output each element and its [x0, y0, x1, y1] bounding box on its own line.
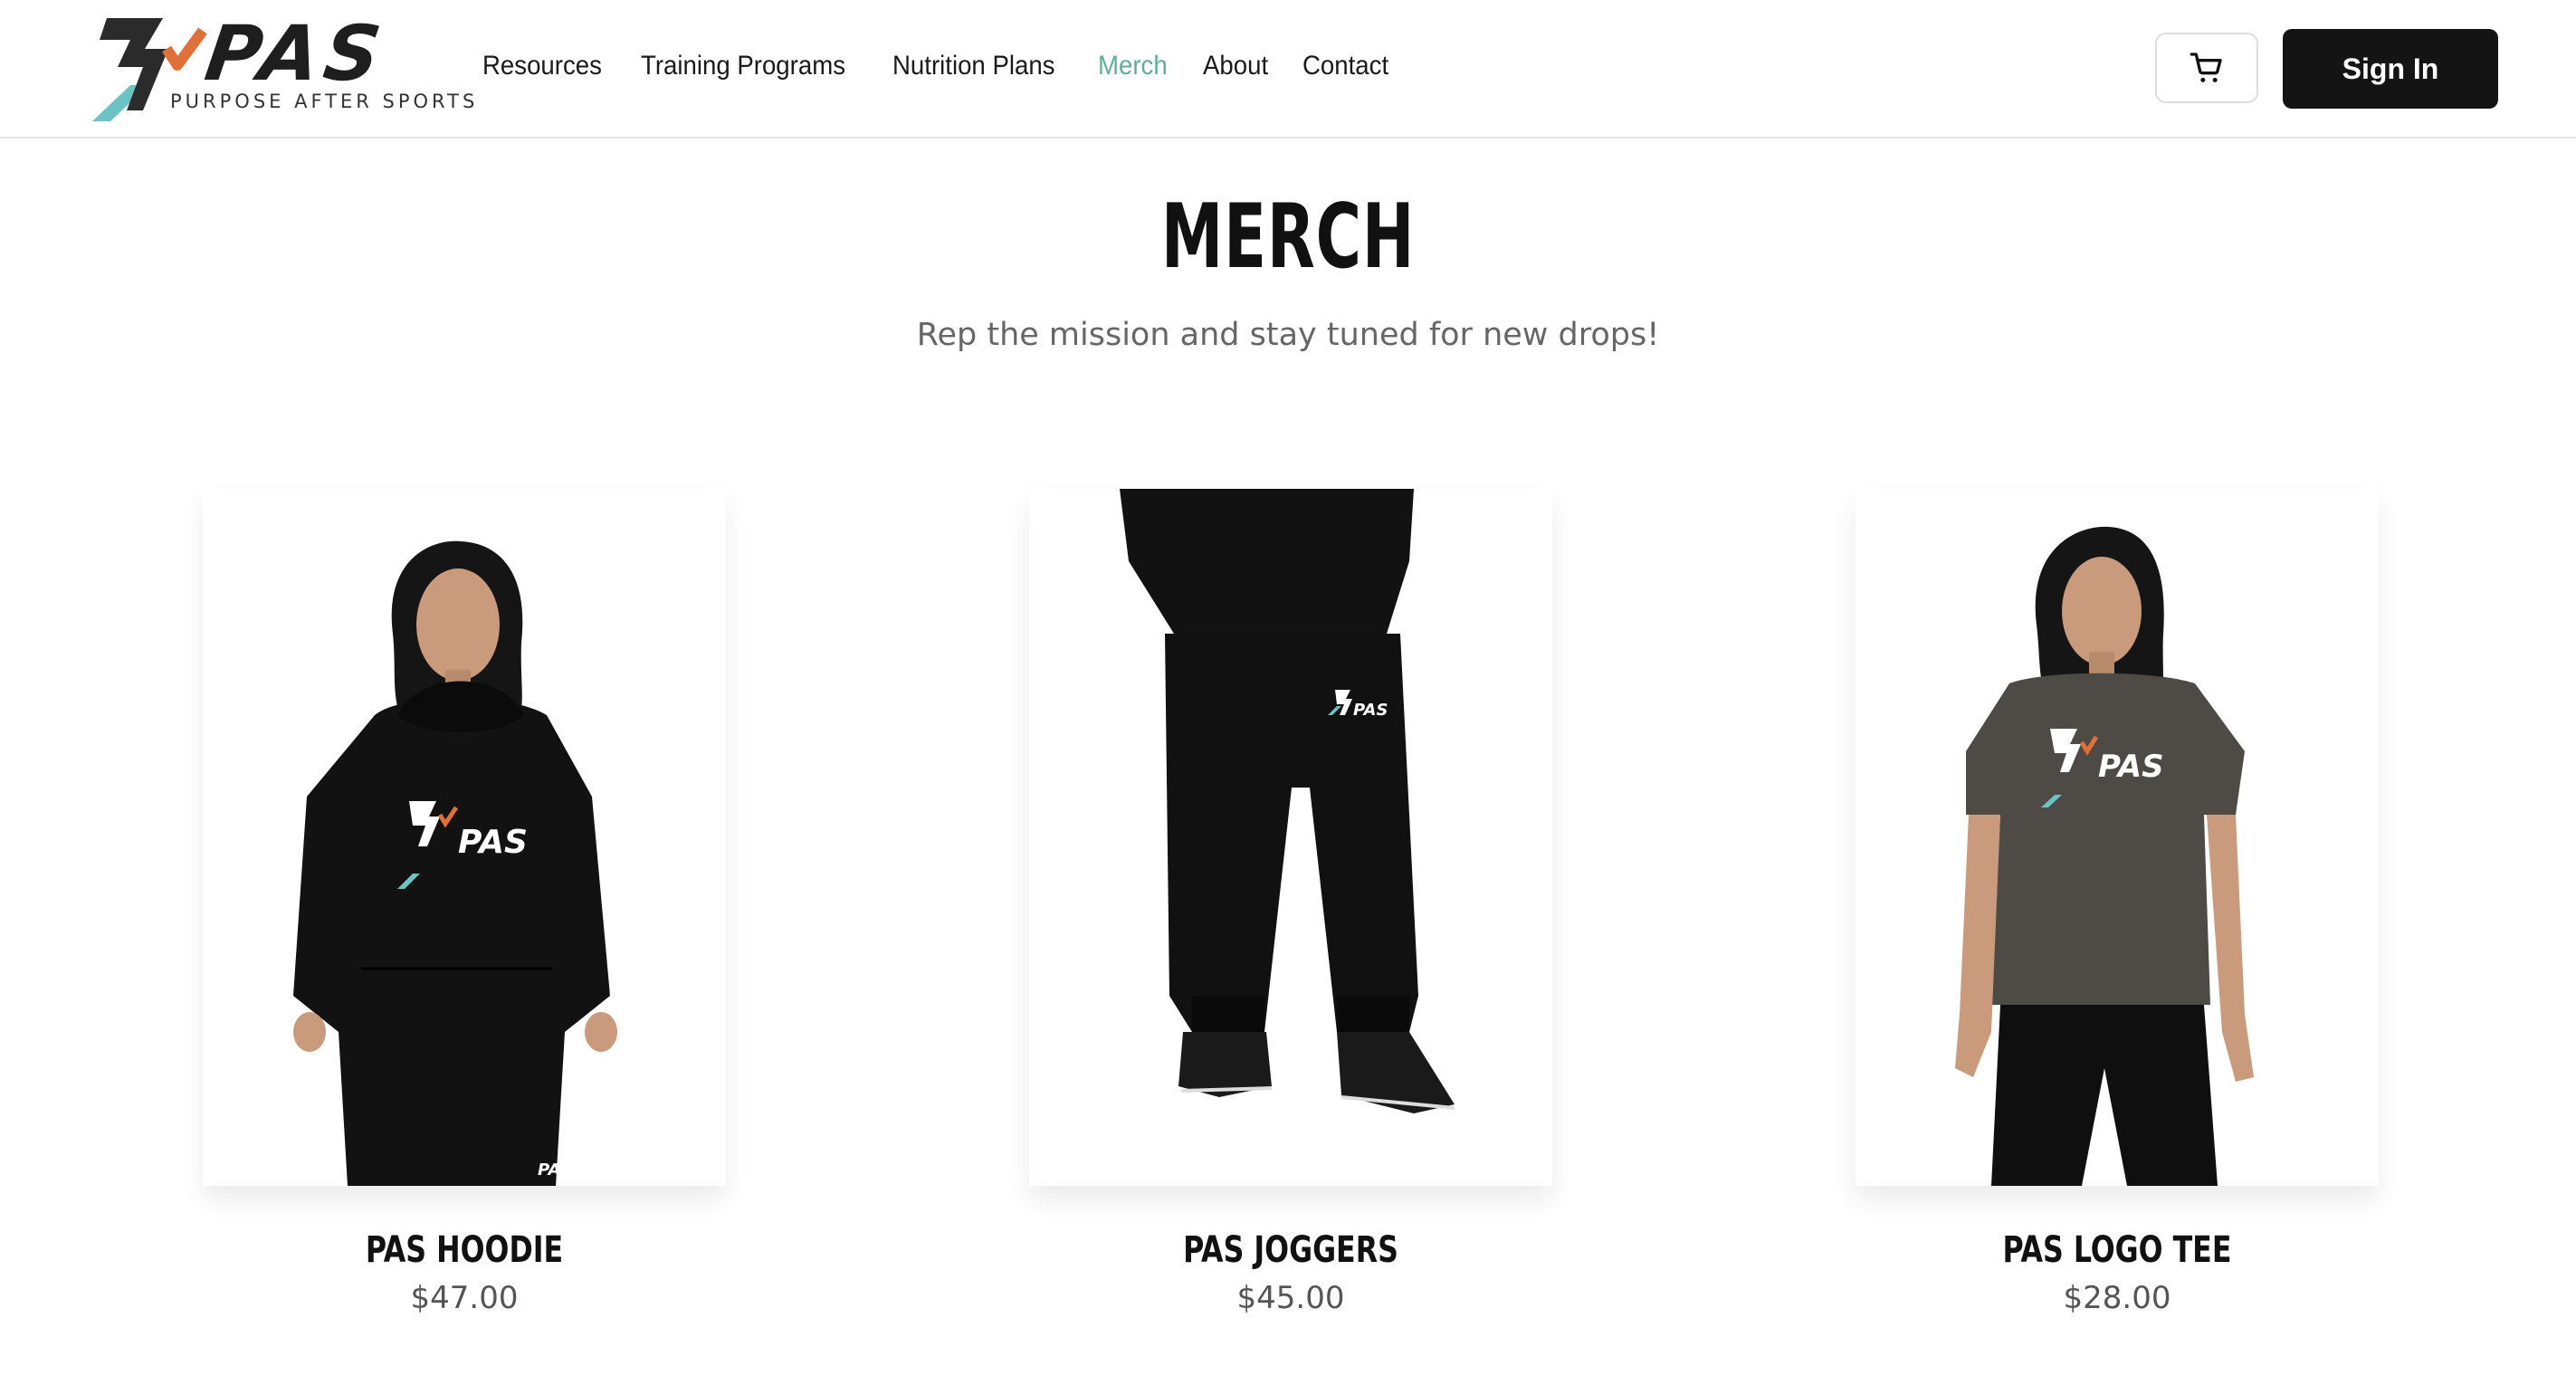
nav-item-contact[interactable]: Contact [1302, 51, 1388, 87]
brand-logo[interactable]: PAS PURPOSE AFTER SPORTS [80, 9, 474, 125]
main-nav: Resources Training Programs Nutrition Pl… [482, 51, 1388, 87]
product-price: $45.00 [1236, 1280, 1345, 1316]
svg-text:PAS: PAS [538, 1161, 572, 1180]
brand-tagline: PURPOSE AFTER SPORTS [170, 91, 479, 112]
page-subtitle: Rep the mission and stay tuned for new d… [916, 317, 1660, 353]
svg-text:PAS: PAS [458, 824, 528, 861]
nav-item-merch[interactable]: Merch [1098, 51, 1168, 87]
tee-model-photo: PAS [1955, 526, 2254, 1186]
product-price: $47.00 [410, 1280, 519, 1316]
product-card-joggers[interactable]: PAS PAS JOGGERS $45.00 [1029, 489, 1552, 1316]
product-price: $28.00 [2063, 1280, 2171, 1316]
site-header: PAS PURPOSE AFTER SPORTS Resources Train… [0, 0, 2576, 138]
product-image-logo-tee[interactable]: PAS [1856, 489, 2379, 1186]
nav-item-training-programs[interactable]: Training Programs [641, 51, 845, 87]
product-name[interactable]: PAS HOODIE [234, 1229, 695, 1271]
joggers-model-photo: PAS [1120, 489, 1455, 1113]
nav-item-resources[interactable]: Resources [482, 51, 602, 87]
cart-button[interactable] [2155, 33, 2258, 103]
page-title: MERCH [1160, 186, 1416, 289]
nav-item-about[interactable]: About [1203, 51, 1268, 87]
nav-item-nutrition-plans[interactable]: Nutrition Plans [892, 51, 1054, 87]
brand-wordmark: PAS [200, 9, 392, 98]
sign-in-button[interactable]: Sign In [2283, 29, 2498, 109]
shopping-cart-icon [2190, 53, 2222, 82]
product-card-logo-tee[interactable]: PAS PAS LOGO TEE $28.00 [1856, 489, 2379, 1316]
product-name[interactable]: PAS JOGGERS [1061, 1229, 1522, 1271]
product-image-hoodie[interactable]: PAS PAS [203, 489, 726, 1186]
product-image-joggers[interactable]: PAS [1029, 489, 1552, 1186]
svg-text:PAS: PAS [1353, 701, 1388, 720]
product-name[interactable]: PAS LOGO TEE [1887, 1229, 2348, 1271]
hoodie-model-photo: PAS PAS [293, 540, 617, 1186]
svg-text:PAS: PAS [2098, 749, 2164, 785]
product-card-hoodie[interactable]: PAS PAS PAS HOODIE $47.00 [203, 489, 726, 1316]
